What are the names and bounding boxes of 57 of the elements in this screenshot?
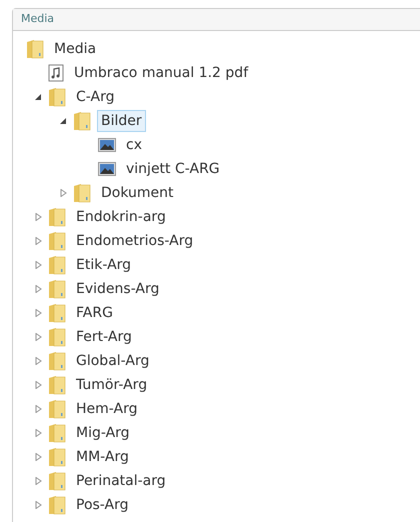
tree-item-label[interactable]: Bilder (97, 110, 146, 132)
tree-item-label[interactable]: Pos-Arg (72, 494, 133, 516)
tree-item-label[interactable]: Tumör-Arg (72, 374, 152, 396)
tree-item-label[interactable]: Hem-Arg (72, 398, 142, 420)
collapsed-arrow-icon[interactable] (35, 333, 42, 341)
folder-icon (48, 351, 66, 371)
folder-icon (48, 279, 66, 299)
tree-item-label[interactable]: Mig-Arg (72, 422, 134, 444)
tree-item-label[interactable]: Dokument (97, 182, 178, 204)
folder-icon (48, 255, 66, 275)
collapsed-arrow-icon[interactable] (35, 285, 42, 293)
tree-item-label[interactable]: vinjett C-ARG (122, 158, 224, 180)
folder-icon (48, 375, 66, 395)
tree-item-label[interactable]: Etik-Arg (72, 254, 136, 276)
folder-icon (48, 447, 66, 467)
collapsed-arrow-icon[interactable] (35, 501, 42, 509)
image-icon (98, 162, 116, 176)
folder-icon (48, 327, 66, 347)
collapsed-arrow-icon[interactable] (35, 453, 42, 461)
expanded-arrow-icon[interactable] (60, 117, 67, 125)
collapsed-arrow-icon[interactable] (35, 429, 42, 437)
collapsed-arrow-icon[interactable] (35, 237, 42, 245)
collapsed-arrow-icon[interactable] (35, 309, 42, 317)
image-icon (98, 138, 116, 152)
collapsed-arrow-icon[interactable] (35, 357, 42, 365)
folder-icon (48, 399, 66, 419)
collapsed-arrow-icon[interactable] (35, 213, 42, 221)
folder-icon (73, 183, 91, 203)
folder-icon (48, 231, 66, 251)
folder-icon (26, 39, 44, 59)
folder-icon (73, 111, 91, 131)
tree-item-label[interactable]: Evidens-Arg (72, 278, 164, 300)
folder-icon (48, 303, 66, 323)
tree-item-label[interactable]: Perinatal-arg (72, 470, 170, 492)
collapsed-arrow-icon[interactable] (60, 189, 67, 197)
music-note-icon (48, 64, 64, 82)
panel-title: Media (21, 11, 54, 28)
collapsed-arrow-icon[interactable] (35, 405, 42, 413)
tree-item-label[interactable]: Endokrin-arg (72, 206, 170, 228)
folder-icon (48, 87, 66, 107)
tree-item-label[interactable]: cx (122, 134, 146, 156)
folder-icon (48, 207, 66, 227)
tree-item-label[interactable]: Umbraco manual 1.2 pdf (70, 62, 252, 84)
tree-item-label[interactable]: FARG (72, 302, 117, 324)
expanded-arrow-icon[interactable] (35, 93, 42, 101)
tree-item-label[interactable]: Fert-Arg (72, 326, 136, 348)
tree-item-label[interactable]: C-Arg (72, 86, 118, 108)
tree-item-label[interactable]: MM-Arg (72, 446, 133, 468)
collapsed-arrow-icon[interactable] (35, 477, 42, 485)
folder-icon (48, 495, 66, 515)
tree-item-label[interactable]: Global-Arg (72, 350, 154, 372)
tree-item-label[interactable]: Endometrios-Arg (72, 230, 198, 252)
folder-icon (48, 423, 66, 443)
tree-item-label[interactable]: Media (50, 38, 100, 60)
folder-icon (48, 471, 66, 491)
collapsed-arrow-icon[interactable] (35, 381, 42, 389)
collapsed-arrow-icon[interactable] (35, 261, 42, 269)
